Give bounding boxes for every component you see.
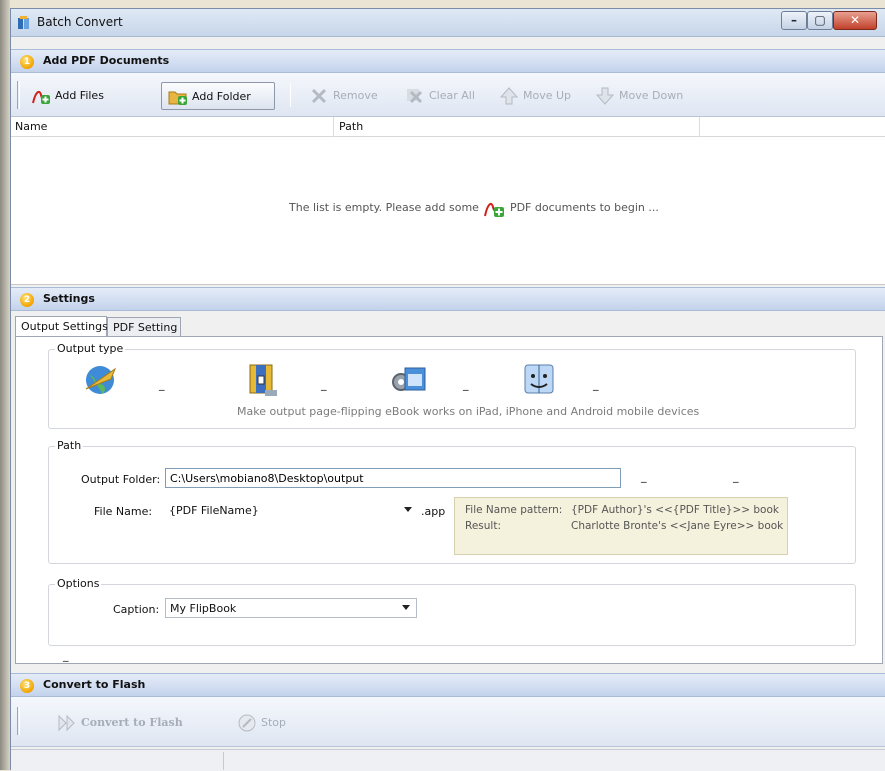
chevron-down-icon (404, 507, 412, 512)
close-button[interactable]: ✕ (833, 11, 877, 30)
convert-toolbar: Convert to Flash Stop (11, 697, 885, 747)
add-folder-label: Add Folder (192, 90, 251, 103)
output-settings-panel: Output type _ _ _ _ Make output page-fli… (15, 336, 883, 664)
output-option-dash: _ (321, 378, 327, 391)
stop-button[interactable]: Stop (231, 709, 301, 737)
tab-output-settings[interactable]: Output Settings (15, 316, 108, 338)
move-down-label: Move Down (619, 89, 684, 102)
move-down-button[interactable]: Move Down (589, 82, 689, 110)
output-option-dash: _ (593, 378, 599, 391)
clear-all-button[interactable]: Clear All (399, 82, 483, 110)
title-bar[interactable]: Batch Convert – ▢ ✕ (11, 9, 885, 37)
move-up-label: Move Up (523, 89, 572, 102)
column-divider[interactable] (333, 117, 334, 137)
app-icon (18, 16, 29, 29)
output-type-label: Output type (55, 342, 126, 355)
pdf-add-icon (484, 202, 505, 217)
clear-all-icon (407, 89, 423, 104)
stop-icon (238, 714, 256, 732)
pattern-label: File Name pattern: (465, 504, 563, 516)
zip-archive-icon[interactable] (247, 362, 279, 398)
pattern-value: {PDF Author}'s <<{PDF Title}>> book (571, 504, 779, 516)
empty-message-end: PDF documents to begin ... (509, 201, 659, 214)
chevron-down-icon (402, 605, 410, 610)
app-finder-icon[interactable] (523, 362, 555, 396)
step-badge-1: 1 (20, 55, 34, 69)
maximize-button[interactable]: ▢ (807, 11, 833, 30)
output-folder-input[interactable] (165, 468, 621, 488)
move-up-button[interactable]: Move Up (493, 82, 577, 110)
arrow-up-icon (499, 87, 519, 105)
tab-pdf-setting[interactable]: PDF Setting (107, 317, 181, 338)
minimize-icon: – (791, 13, 797, 27)
file-name-select[interactable]: {PDF FileName} (165, 501, 418, 521)
section-title: Settings (43, 292, 95, 305)
caption-label: Caption: (113, 603, 160, 616)
remove-icon (311, 88, 327, 104)
status-bar (11, 749, 885, 771)
output-type-group: Output type _ _ _ _ Make output page-fli… (48, 342, 856, 429)
remove-label: Remove (333, 89, 378, 102)
stop-label: Stop (261, 716, 287, 729)
output-folder-label: Output Folder: (81, 473, 161, 486)
column-path[interactable]: Path (339, 120, 363, 133)
desktop-edge (0, 0, 10, 770)
section-settings-header[interactable]: 2 Settings (11, 287, 885, 311)
section-title: Convert to Flash (43, 678, 146, 691)
result-label: Result: (465, 520, 501, 532)
empty-list-message: The list is empty. Please add some PDF d… (289, 198, 659, 218)
caption-select[interactable]: My FlipBook (165, 598, 417, 618)
result-value: Charlotte Bronte's <<Jane Eyre>> book (571, 520, 784, 532)
step-badge-3: 3 (20, 679, 34, 693)
output-type-hint: Make output page-flipping eBook works on… (237, 405, 700, 418)
add-folder-icon (168, 91, 187, 105)
toolbar-separator (290, 83, 291, 107)
file-name-pattern-box: File Name pattern: {PDF Author}'s <<{PDF… (454, 497, 788, 555)
open-folder-button[interactable]: _ (733, 470, 739, 483)
settings-panel: Output Settings PDF Setting Output type … (11, 312, 885, 664)
add-files-button[interactable]: Add Files (25, 82, 143, 110)
maximize-icon: ▢ (814, 13, 826, 27)
column-name[interactable]: Name (15, 120, 47, 133)
path-group: Path Output Folder: _ _ File Name: {PDF … (48, 439, 856, 564)
clear-all-label: Clear All (429, 89, 475, 102)
add-pdf-icon (32, 90, 50, 104)
window-title: Batch Convert (37, 15, 123, 29)
browse-folder-button[interactable]: _ (641, 470, 647, 483)
close-icon: ✕ (849, 13, 861, 27)
convert-to-flash-button[interactable]: Convert to Flash (51, 709, 201, 737)
file-name-label: File Name: (94, 505, 153, 518)
options-group: Options Caption: My FlipBook (48, 577, 856, 646)
output-option-dash: _ (159, 378, 165, 391)
column-divider[interactable] (699, 117, 700, 137)
file-name-value: {PDF FileName} (169, 504, 259, 517)
exe-gears-icon[interactable] (389, 362, 427, 398)
section-add-pdf-header[interactable]: 1 Add PDF Documents (11, 49, 885, 73)
batch-convert-window: Batch Convert – ▢ ✕ 1 Add PDF Documents … (10, 8, 885, 771)
toolbar-grip[interactable] (17, 707, 20, 735)
output-option-dash: _ (463, 378, 469, 391)
add-folder-button[interactable]: Add Folder (161, 82, 275, 110)
remove-button[interactable]: Remove (303, 82, 383, 110)
section-title: Add PDF Documents (43, 54, 170, 67)
convert-arrows-icon (58, 714, 75, 732)
minimize-button[interactable]: – (781, 11, 807, 30)
empty-message-start: The list is empty. Please add some (289, 201, 479, 214)
settings-dash: _ (63, 649, 69, 662)
list-header: Name Path (11, 117, 885, 137)
arrow-down-icon (595, 87, 615, 105)
pdf-file-list[interactable]: Name Path The list is empty. Please add … (11, 117, 885, 285)
options-label: Options (55, 577, 102, 590)
status-divider (223, 752, 224, 770)
path-label: Path (55, 439, 84, 452)
html-globe-icon[interactable] (83, 363, 119, 397)
add-files-label: Add Files (55, 89, 104, 102)
caption-value: My FlipBook (170, 602, 237, 615)
toolbar-grip[interactable] (17, 81, 20, 109)
step-badge-2: 2 (20, 293, 34, 307)
section-convert-header[interactable]: 3 Convert to Flash (11, 673, 885, 697)
convert-to-flash-label: Convert to Flash (81, 716, 183, 729)
file-extension: .app (421, 505, 446, 518)
add-files-toolbar: Add Files Add Folder Remove Clear All Mo… (11, 73, 885, 117)
